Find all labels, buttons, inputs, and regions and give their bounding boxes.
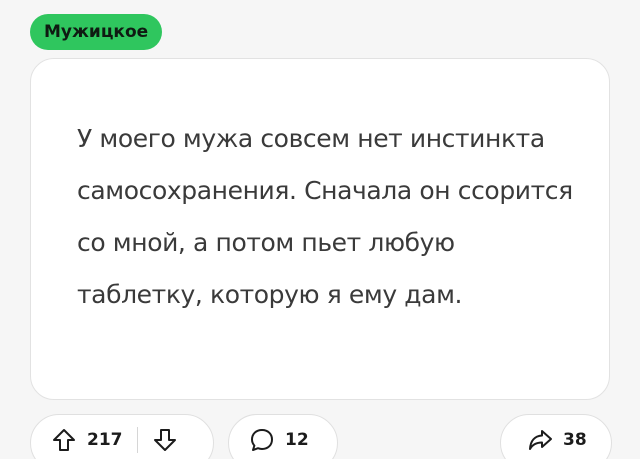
vote-divider	[136, 427, 138, 453]
upvote-arrow-icon[interactable]	[51, 427, 77, 453]
share-button[interactable]: 38	[500, 414, 612, 459]
post-text: У моего мужа совсем нет инстинкта самосо…	[77, 124, 573, 309]
post-card: У моего мужа совсем нет инстинкта самосо…	[30, 58, 610, 400]
share-arrow-icon	[527, 427, 553, 453]
vote-bar: 217	[30, 414, 214, 459]
downvote-arrow-icon[interactable]	[152, 427, 178, 453]
comment-count: 12	[285, 430, 309, 450]
post-page: Мужицкое У моего мужа совсем нет инстинк…	[0, 0, 640, 459]
share-count: 38	[563, 430, 587, 450]
comments-button[interactable]: 12	[228, 414, 338, 459]
comment-bubble-icon	[249, 427, 275, 453]
upvote-count: 217	[87, 430, 123, 450]
category-tag[interactable]: Мужицкое	[30, 14, 163, 50]
